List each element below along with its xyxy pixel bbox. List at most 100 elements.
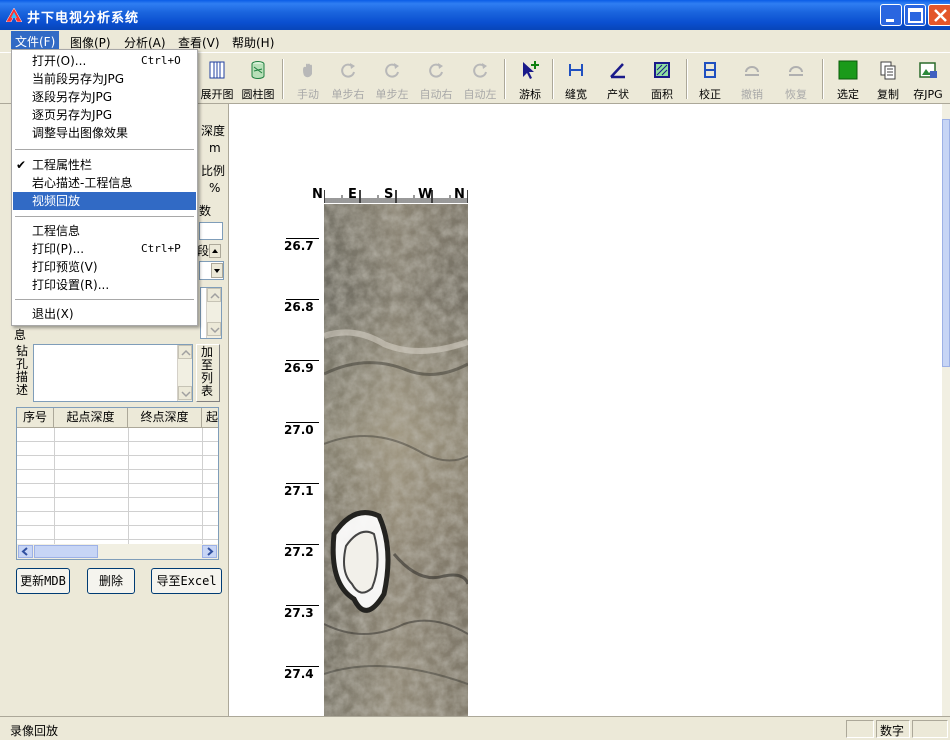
column-header-end-depth[interactable]: 终点深度 xyxy=(128,408,202,428)
segment-combo-arrow[interactable] xyxy=(211,263,223,278)
auto-right-button[interactable]: 自动右 xyxy=(416,53,456,103)
scroll-right-button[interactable] xyxy=(202,545,217,558)
select-button[interactable]: 选定 xyxy=(830,53,866,103)
segment-table[interactable]: 序号 起点深度 终点深度 起 xyxy=(16,407,219,560)
ratio-label: 比例 xyxy=(201,164,226,178)
chevron-up-icon xyxy=(181,349,191,356)
menu-item-label: 退出(X) xyxy=(32,307,74,321)
menu-item-video-playback[interactable]: 视频回放 xyxy=(13,192,196,210)
scroll-thumb[interactable] xyxy=(942,119,950,367)
checkmark-icon: ✔ xyxy=(16,158,27,172)
export-excel-button[interactable]: 导至Excel xyxy=(151,568,222,594)
scroll-up-button[interactable] xyxy=(207,288,221,302)
column-header-index[interactable]: 序号 xyxy=(17,408,54,428)
auto-left-label: 自动左 xyxy=(463,88,497,101)
menu-item-label: 打印预览(V) xyxy=(32,260,98,274)
segment-spin-button[interactable] xyxy=(209,244,221,258)
toolbar-separator xyxy=(282,59,284,99)
title-bar[interactable]: 井下电视分析系统 xyxy=(0,0,950,30)
menu-item-open[interactable]: 打开(O)... Ctrl+O xyxy=(13,52,196,70)
menu-separator xyxy=(15,299,194,300)
scroll-down-button[interactable] xyxy=(207,322,221,336)
table-row[interactable] xyxy=(17,428,218,442)
area-button[interactable]: 面积 xyxy=(644,53,680,103)
auto-left-button[interactable]: 自动左 xyxy=(460,53,500,103)
chevron-right-icon xyxy=(207,547,214,556)
menu-item-print-preview[interactable]: 打印预览(V) xyxy=(13,258,196,276)
menu-item-core-description[interactable]: 岩心描述-工程信息 xyxy=(13,174,196,192)
scroll-down-button[interactable] xyxy=(178,386,192,400)
maximize-button[interactable] xyxy=(904,4,926,26)
auto-right-label: 自动右 xyxy=(419,88,453,101)
table-row[interactable] xyxy=(17,456,218,470)
app-window: 井下电视分析系统 文件(F) 图像(P) 分析(A) 查看(V) 帮助(H) 展… xyxy=(0,0,950,740)
cursor-button[interactable]: 游标 xyxy=(512,53,548,103)
core-image[interactable] xyxy=(324,204,468,716)
close-button[interactable] xyxy=(928,4,950,26)
maximize-icon xyxy=(908,8,923,23)
table-horizontal-scrollbar[interactable] xyxy=(17,544,218,559)
menu-item-project-properties-bar[interactable]: ✔ 工程属性栏 xyxy=(13,156,196,174)
close-icon xyxy=(934,9,947,22)
table-row[interactable] xyxy=(17,512,218,526)
unfold-view-button[interactable]: 展开图 xyxy=(196,53,238,103)
menu-item-shortcut: Ctrl+O xyxy=(141,54,181,67)
crack-width-button[interactable]: 缝宽 xyxy=(558,53,594,103)
drill-description-textarea[interactable] xyxy=(33,344,193,402)
manual-button[interactable]: 手动 xyxy=(290,53,326,103)
menu-item-print[interactable]: 打印(P)... Ctrl+P xyxy=(13,240,196,258)
auto-rotate-right-icon xyxy=(429,63,443,78)
redo-button[interactable]: 恢复 xyxy=(778,53,814,103)
minimize-button[interactable] xyxy=(880,4,902,26)
scroll-up-button[interactable] xyxy=(178,345,192,359)
menu-item-label: 逐段另存为JPG xyxy=(32,90,113,104)
menu-item-exit[interactable]: 退出(X) xyxy=(13,305,196,323)
info-textarea-fragment[interactable] xyxy=(200,287,222,339)
drill-description-scrollbar[interactable] xyxy=(177,345,192,401)
scroll-thumb[interactable] xyxy=(34,545,98,558)
table-row[interactable] xyxy=(17,526,218,540)
delete-button[interactable]: 删除 xyxy=(87,568,135,594)
cylinder-view-label: 圆柱图 xyxy=(241,88,275,101)
step-left-button[interactable]: 单步左 xyxy=(372,53,412,103)
count-field[interactable] xyxy=(199,222,223,240)
menu-item-save-current-jpg[interactable]: 当前段另存为JPG xyxy=(13,70,196,88)
status-bar: 录像回放 数字 xyxy=(0,716,950,740)
cylinder-view-button[interactable]: 圆柱图 xyxy=(238,53,278,103)
borehole-image-view[interactable]: N E S W N 26.7 26.8 26.9 27.0 27.1 27.2 … xyxy=(228,104,942,716)
menu-item-project-info[interactable]: 工程信息 xyxy=(13,222,196,240)
crack-width-label: 缝宽 xyxy=(565,88,587,101)
table-row[interactable] xyxy=(17,484,218,498)
depth-label: 27.3 xyxy=(284,606,314,621)
copy-button[interactable]: 复制 xyxy=(870,53,906,103)
menu-file[interactable]: 文件(F) xyxy=(11,31,60,49)
status-pane xyxy=(912,720,948,738)
menu-item-label: 当前段另存为JPG xyxy=(32,72,125,86)
table-header: 序号 起点深度 终点深度 起 xyxy=(17,408,218,428)
calibrate-button[interactable]: 校正 xyxy=(692,53,728,103)
ratio-unit: % xyxy=(209,181,221,195)
update-mdb-button[interactable]: 更新MDB xyxy=(16,568,70,594)
step-right-button[interactable]: 单步右 xyxy=(328,53,368,103)
menu-help[interactable]: 帮助(H) xyxy=(232,34,274,51)
menu-item-save-each-segment-jpg[interactable]: 逐段另存为JPG xyxy=(13,88,196,106)
manual-label: 手动 xyxy=(297,88,319,101)
segment-combo[interactable] xyxy=(199,261,224,280)
depth-unit: m xyxy=(209,141,221,155)
menu-item-print-setup[interactable]: 打印设置(R)... xyxy=(13,276,196,294)
attitude-button[interactable]: 产状 xyxy=(600,53,636,103)
table-row[interactable] xyxy=(17,498,218,512)
undo-button[interactable]: 撤销 xyxy=(734,53,770,103)
table-row[interactable] xyxy=(17,442,218,456)
column-header-start[interactable]: 起 xyxy=(202,408,218,428)
table-row[interactable] xyxy=(17,470,218,484)
menu-item-save-each-page-jpg[interactable]: 逐页另存为JPG xyxy=(13,106,196,124)
main-vertical-scrollbar[interactable] xyxy=(942,104,950,716)
add-to-list-button[interactable]: 加 至 列 表 xyxy=(196,344,220,402)
redo-icon xyxy=(789,66,803,76)
save-jpg-button[interactable]: 存JPG xyxy=(910,53,946,103)
menu-item-adjust-export[interactable]: 调整导出图像效果 xyxy=(13,124,196,142)
info-textarea-scrollbar[interactable] xyxy=(206,288,221,338)
scroll-left-button[interactable] xyxy=(18,545,33,558)
column-header-start-depth[interactable]: 起点深度 xyxy=(54,408,128,428)
